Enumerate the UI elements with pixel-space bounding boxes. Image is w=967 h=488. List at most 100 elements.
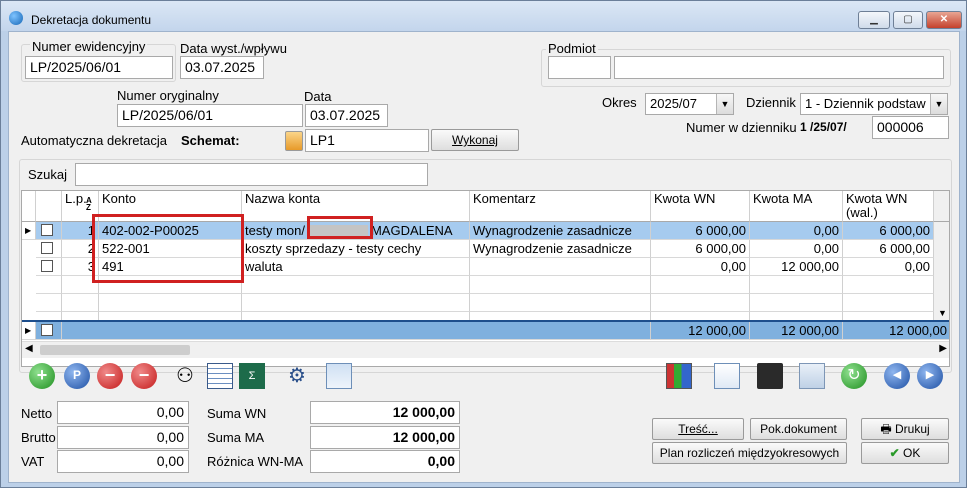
close-button[interactable]: ✕ [926, 11, 962, 29]
horizontal-scrollbar[interactable]: ◀ ▶ [22, 341, 949, 358]
col-kwota-ma[interactable]: Kwota MA [750, 191, 843, 222]
netto-field[interactable]: 0,00 [57, 401, 189, 424]
numer-w-dzienniku-field[interactable]: 000006 [872, 116, 949, 139]
chevron-down-icon: ▼ [716, 94, 733, 114]
chart-window-icon[interactable] [326, 363, 352, 389]
row-checkbox[interactable] [41, 224, 53, 236]
wykonaj-button[interactable]: Wykonaj [431, 129, 519, 151]
minimize-button[interactable]: ▁ [858, 11, 890, 29]
add-icon[interactable]: + [29, 363, 55, 389]
data-field[interactable]: 03.07.2025 [305, 104, 388, 127]
calendar-icon[interactable] [207, 363, 233, 389]
report-icon[interactable] [666, 363, 692, 389]
numer-oryginalny-field[interactable]: LP/2025/06/01 [117, 104, 303, 127]
kwota-ma-cell: 0,00 [750, 240, 843, 258]
empty-cell [242, 294, 470, 312]
schemat-label: Schemat: [181, 133, 240, 148]
kwota-wn-cell: 6 000,00 [651, 222, 750, 240]
titlebar: Dekretacja dokumentu ▁ ▢ ✕ [1, 1, 966, 31]
copy-icon[interactable] [799, 363, 825, 389]
remove-check-icon[interactable]: − [131, 363, 157, 389]
empty-cell [470, 294, 651, 312]
printer-icon: 🖶 [880, 422, 895, 436]
empty-cell [470, 276, 651, 294]
roznica-field: 0,00 [310, 450, 460, 473]
empty-cell [99, 294, 242, 312]
scroll-left-icon[interactable]: ◀ [25, 343, 33, 354]
drukuj-label: Drukuj [894, 422, 930, 436]
binoculars-icon[interactable]: ⚇ [172, 363, 198, 389]
document-icon[interactable] [714, 363, 740, 389]
brutto-field[interactable]: 0,00 [57, 426, 189, 449]
check-header [36, 191, 62, 222]
total-wn: 12 000,00 [651, 322, 750, 340]
podmiot-label: Podmiot [546, 41, 598, 56]
col-lp-label: L.p. [65, 191, 87, 206]
data-wyst-label: Data wyst./wpływu [180, 41, 287, 56]
row-check-cell [36, 240, 62, 258]
empty-cell [750, 276, 843, 294]
total-wn-wal: 12 000,00 [843, 322, 949, 340]
tresc-button[interactable]: Treść... [652, 418, 744, 440]
pok-dokument-button[interactable]: Pok.dokument [750, 418, 847, 440]
save-icon[interactable] [757, 363, 783, 389]
vertical-scrollbar[interactable]: ▼ [934, 222, 949, 320]
row-checkbox[interactable] [41, 242, 53, 254]
ok-button[interactable]: ✔ OK [861, 442, 949, 464]
scroll-header [934, 191, 949, 222]
numer-w-dzienniku-label: Numer w dzienniku [686, 120, 797, 135]
numer-ewidencyjny-field[interactable]: LP/2025/06/01 [25, 56, 173, 79]
plan-rozliczen-button[interactable]: Plan rozliczeń międzyokresowych [652, 442, 847, 464]
auto-dekretacja-label: Automatyczna dekretacja [21, 133, 167, 148]
schemat-picker-icon[interactable] [285, 131, 303, 151]
col-kwota-wn[interactable]: Kwota WN [651, 191, 750, 222]
scroll-thumb[interactable] [40, 345, 190, 355]
total-ma: 12 000,00 [750, 322, 843, 340]
last-icon[interactable]: ▶ [917, 363, 943, 389]
dziennik-value: 1 - Dziennik podstaw [805, 96, 926, 111]
network-icon[interactable]: ⚙ [284, 363, 310, 389]
scroll-right-icon[interactable]: ▶ [939, 343, 947, 354]
okres-value: 2025/07 [650, 96, 697, 111]
search-input[interactable] [75, 163, 428, 186]
suma-ma-field: 12 000,00 [310, 426, 460, 449]
select-all-checkbox[interactable] [41, 324, 53, 336]
numer-ewidencyjny-label: Numer ewidencyjny [30, 39, 148, 54]
suma-wn-label: Suma WN [207, 406, 267, 421]
search-label: Szukaj [28, 167, 68, 182]
scroll-down-icon[interactable]: ▼ [938, 308, 947, 318]
schemat-field[interactable]: LP1 [305, 129, 429, 152]
vat-field[interactable]: 0,00 [57, 450, 189, 473]
kwota-wn-cell: 0,00 [651, 258, 750, 276]
brutto-label: Brutto [21, 430, 56, 445]
kwota-ma-cell: 0,00 [750, 222, 843, 240]
delete-icon[interactable]: − [97, 363, 123, 389]
nazwa-cell: waluta [242, 258, 470, 276]
sort-icon[interactable]: AZ [86, 197, 92, 212]
first-icon[interactable]: ◀ [884, 363, 910, 389]
row-checkbox[interactable] [41, 260, 53, 272]
okres-select[interactable]: 2025/07 ▼ [645, 93, 734, 115]
komentarz-cell [470, 258, 651, 276]
refresh-icon[interactable]: ↻ [841, 363, 867, 389]
dziennik-select[interactable]: 1 - Dziennik podstaw ▼ [800, 93, 948, 115]
data-wyst-field[interactable]: 03.07.2025 [180, 56, 264, 79]
chevron-down-icon: ▼ [930, 94, 947, 114]
drukuj-button[interactable]: 🖶 Drukuj [861, 418, 949, 440]
col-kwota-wn-wal[interactable]: Kwota WN (wal.) [843, 191, 934, 222]
netto-label: Netto [21, 406, 53, 421]
empty-cell [651, 276, 750, 294]
maximize-button[interactable]: ▢ [893, 11, 923, 29]
checkmark-icon: ✔ [889, 446, 904, 460]
podmiot-code-field[interactable] [548, 56, 611, 79]
formula-icon[interactable]: Σ [239, 363, 265, 389]
window-title: Dekretacja dokumentu [31, 13, 152, 27]
suma-wn-field: 12 000,00 [310, 401, 460, 424]
roznica-label: Różnica WN-MA [207, 454, 304, 469]
kwota-wn-wal-cell: 0,00 [843, 258, 934, 276]
col-komentarz[interactable]: Komentarz [470, 191, 651, 222]
podmiot-name-field[interactable] [614, 56, 944, 79]
preview-icon[interactable]: P [64, 363, 90, 389]
empty-cell [843, 294, 934, 312]
kwota-wn-cell: 6 000,00 [651, 240, 750, 258]
